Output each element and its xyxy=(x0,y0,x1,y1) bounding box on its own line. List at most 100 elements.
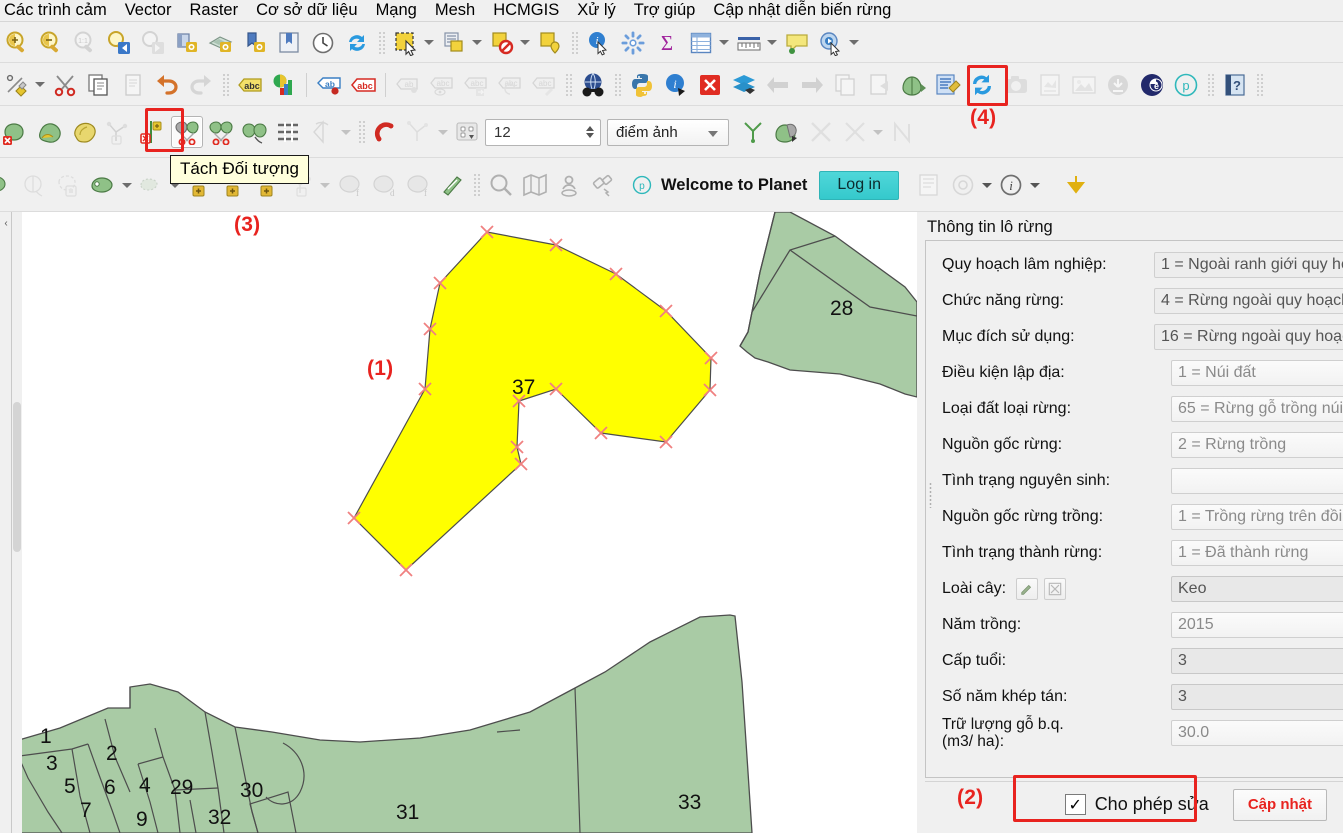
field-value[interactable]: 2 = Rừng trồng xyxy=(1171,432,1343,458)
menu-item-help[interactable]: Trợ giúp xyxy=(625,1,705,20)
toolbar-grip-7[interactable] xyxy=(1256,72,1263,97)
current-edits-dropdown-icon[interactable] xyxy=(34,69,46,101)
field-value[interactable]: 1 = Trồng rừng trên đồi trọc xyxy=(1171,504,1343,530)
add-polygon-feature-icon[interactable] xyxy=(35,116,67,148)
processing-toolbox-icon[interactable] xyxy=(617,27,649,59)
copy-features-icon[interactable] xyxy=(83,69,115,101)
undo-icon[interactable] xyxy=(151,69,183,101)
snap-endpoint-dropdown-icon[interactable] xyxy=(872,116,884,148)
new-map-view-icon[interactable] xyxy=(171,27,203,59)
menu-item-mesh[interactable]: Mesh xyxy=(426,1,484,20)
planet-user-icon[interactable] xyxy=(553,169,585,201)
field-value[interactable]: 3 xyxy=(1171,684,1343,710)
forest-polygons-bottom[interactable] xyxy=(11,614,753,833)
zoom-last-icon[interactable] xyxy=(103,27,135,59)
menu-item-forest-update[interactable]: Cập nhật diễn biến rừng xyxy=(704,1,900,20)
menu-item-web[interactable]: Mạng xyxy=(367,1,426,20)
canvas-scrollbar-thumb[interactable] xyxy=(13,402,21,552)
clear-value-icon[interactable] xyxy=(1044,578,1067,600)
panel-dropdown-icon[interactable] xyxy=(980,172,994,198)
split-parts-icon[interactable] xyxy=(205,116,237,148)
snap-tolerance-input[interactable]: 12 xyxy=(485,118,601,146)
current-edits-icon[interactable] xyxy=(1,69,33,101)
select-features-icon[interactable] xyxy=(390,27,422,59)
snapping-magnet-icon[interactable] xyxy=(370,116,402,148)
snap-units-combo[interactable]: điểm ảnh xyxy=(607,118,729,146)
allow-edit-checkbox[interactable]: ✓ xyxy=(1064,794,1086,815)
eclipse-brand-icon[interactable]: e xyxy=(1136,69,1168,101)
select-by-location-icon[interactable] xyxy=(534,27,566,59)
panel-collapse-icon[interactable]: ‹ xyxy=(1,216,11,232)
deselect-features-icon[interactable] xyxy=(486,27,518,59)
delete-selected-icon[interactable] xyxy=(1,116,33,148)
deselect-dropdown-icon[interactable] xyxy=(519,27,531,59)
menu-item-database[interactable]: Cơ sở dữ liệu xyxy=(247,1,366,20)
map-tips-icon[interactable] xyxy=(781,27,813,59)
pin-labels-icon[interactable]: ab xyxy=(313,69,345,101)
field-value[interactable]: 2015 xyxy=(1171,612,1343,638)
field-value[interactable] xyxy=(1171,468,1343,494)
about-info-icon[interactable]: i xyxy=(995,169,1027,201)
planet-basemap-icon[interactable] xyxy=(519,169,551,201)
field-value[interactable]: 4 = Rừng ngoài quy hoạch xyxy=(1154,288,1343,314)
run-feature-action-icon[interactable] xyxy=(815,27,847,59)
snapping-dropdown-icon[interactable] xyxy=(437,116,449,148)
field-value[interactable]: 30.0 xyxy=(1171,720,1343,746)
menu-item-vector[interactable]: Vector xyxy=(116,1,181,20)
toolbar-grip-9[interactable] xyxy=(473,173,480,197)
rotate-symbols-dropdown-icon[interactable] xyxy=(340,116,352,148)
topological-editing-icon[interactable] xyxy=(737,116,769,148)
layout-manager-icon[interactable] xyxy=(273,27,305,59)
planet-satellite-icon[interactable] xyxy=(587,169,619,201)
field-value[interactable]: Keo xyxy=(1171,576,1343,602)
zoom-out-icon[interactable] xyxy=(35,27,67,59)
update-button[interactable]: Cập nhật xyxy=(1232,788,1327,821)
forest-polygon-28[interactable] xyxy=(739,212,917,398)
close-layer-icon[interactable] xyxy=(694,69,726,101)
highlight-labels-icon[interactable]: abc xyxy=(347,69,379,101)
toolbar-grip-5[interactable] xyxy=(614,72,621,97)
menu-item-plugins[interactable]: Các trình cảm xyxy=(0,1,116,20)
layer-labeling-icon[interactable]: abc xyxy=(234,69,266,101)
new-3d-map-view-icon[interactable] xyxy=(205,27,237,59)
selected-polygon-37[interactable] xyxy=(353,231,712,571)
select-by-expression-icon[interactable] xyxy=(438,27,470,59)
open-attribute-table-icon[interactable] xyxy=(685,27,717,59)
toolbar-grip-4[interactable] xyxy=(565,72,572,97)
field-value[interactable]: 16 = Rừng ngoài quy hoạch xyxy=(1154,324,1343,350)
measure-dropdown-icon[interactable] xyxy=(766,27,778,59)
delete-ring-icon[interactable] xyxy=(0,169,18,201)
green-stripes-icon[interactable] xyxy=(436,169,468,201)
field-value[interactable]: 1 = Ngoài ranh giới quy hoạch xyxy=(1154,252,1343,278)
menu-item-raster[interactable]: Raster xyxy=(180,1,247,20)
field-value[interactable]: 65 = Rừng gỗ trồng núi đất xyxy=(1171,396,1343,422)
menu-item-hcmgis[interactable]: HCMGIS xyxy=(484,1,568,20)
panel-scrollbar[interactable] xyxy=(927,242,934,776)
allow-edit-checkbox-group[interactable]: ✓ Cho phép sửa xyxy=(1055,790,1219,819)
toolbar-grip-8[interactable] xyxy=(358,120,365,144)
merge-features-icon[interactable] xyxy=(239,116,271,148)
toolbar-grip[interactable] xyxy=(378,30,385,55)
about-dropdown-icon[interactable] xyxy=(1028,172,1042,198)
zoom-in-icon[interactable] xyxy=(1,27,33,59)
new-layout-icon[interactable] xyxy=(239,27,271,59)
forest-refresh-icon[interactable] xyxy=(966,69,998,101)
simplify-dropdown-icon[interactable] xyxy=(121,169,133,201)
cut-features-icon[interactable] xyxy=(49,69,81,101)
toolbar-grip-6[interactable] xyxy=(1207,72,1214,97)
style-manager-icon[interactable] xyxy=(268,69,300,101)
field-value[interactable]: 1 = Núi đất xyxy=(1171,360,1343,386)
select-features-dropdown-icon[interactable] xyxy=(423,27,435,59)
planet-brand-icon[interactable]: p xyxy=(1170,69,1202,101)
forest-edit-doc-icon[interactable] xyxy=(932,69,964,101)
metasearch-info-icon[interactable]: i xyxy=(660,69,692,101)
planet-login-button[interactable]: Log in xyxy=(819,170,899,200)
move-feature-icon[interactable] xyxy=(69,116,101,148)
simplify-feature-icon[interactable] xyxy=(88,169,120,201)
menu-item-processing[interactable]: Xử lý xyxy=(568,1,625,20)
temporal-controller-icon[interactable] xyxy=(307,27,339,59)
download-arrow-icon[interactable] xyxy=(1060,169,1092,201)
identify-features-icon[interactable]: i xyxy=(583,27,615,59)
panel-scrollbar-grip[interactable] xyxy=(929,482,932,509)
layers-stack-icon[interactable] xyxy=(728,69,760,101)
